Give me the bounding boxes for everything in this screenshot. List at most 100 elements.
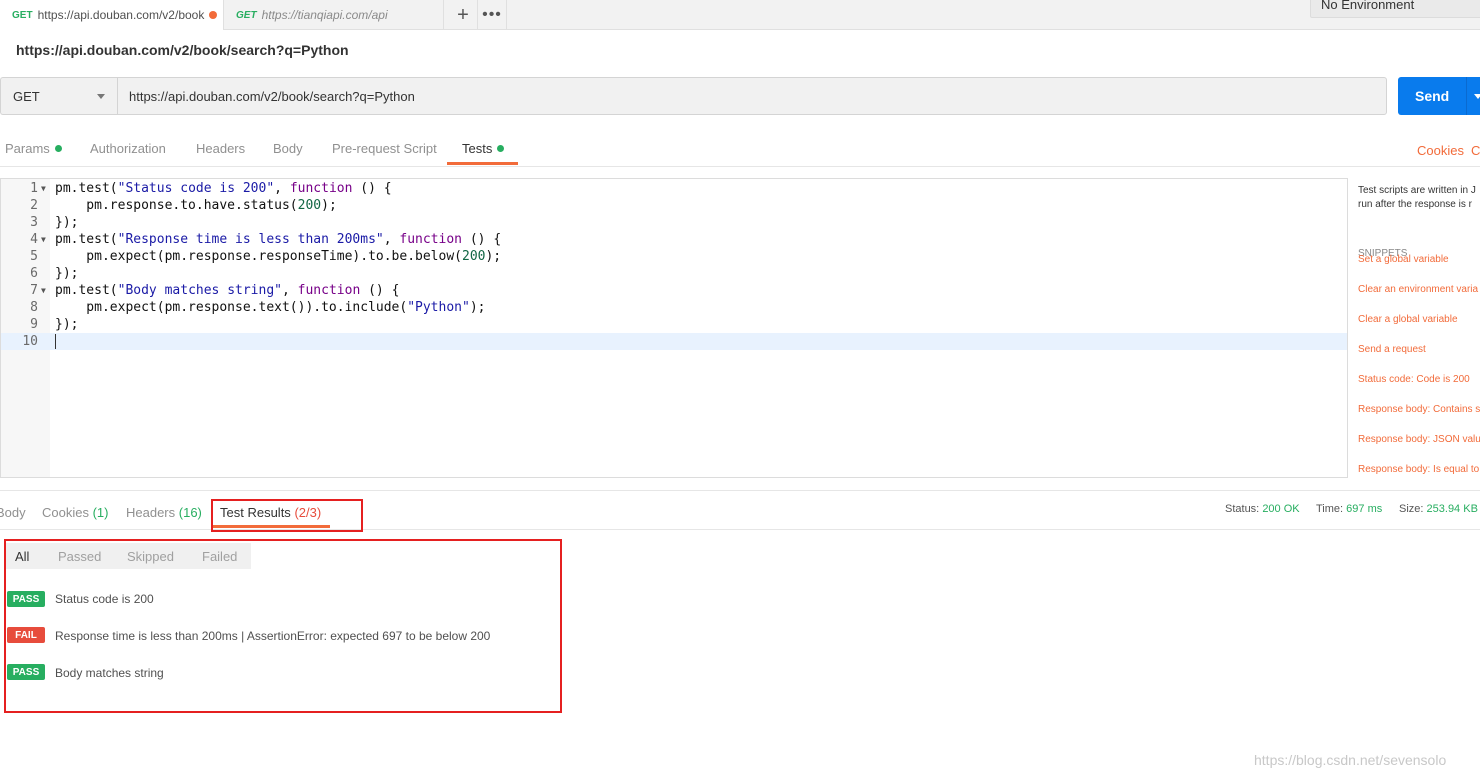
response-tab-body[interactable]: Body: [0, 505, 26, 520]
line-number: 5: [30, 249, 38, 264]
code-text: pm.test("Response time is less than 200m…: [55, 232, 502, 247]
status-dot-icon: [54, 145, 62, 152]
method-value: GET: [13, 88, 40, 104]
url-input[interactable]: https://api.douban.com/v2/book/search?q=…: [117, 77, 1387, 115]
code-line: 3 });: [1, 214, 1347, 231]
code-text: pm.expect(pm.response.responseTime).to.b…: [55, 249, 502, 264]
code-text: pm.test("Status code is 200", function (…: [55, 181, 392, 196]
test-result-text: Body matches string: [55, 666, 164, 680]
tab-body[interactable]: Body: [273, 141, 303, 156]
snippet-link[interactable]: Response body: Contains s: [1358, 404, 1480, 415]
code-text: });: [55, 317, 79, 332]
tab-label: Cookies: [42, 505, 89, 520]
new-tab-plus-icon[interactable]: +: [449, 0, 477, 30]
line-number: 1: [30, 181, 38, 196]
tab-method: GET: [12, 9, 33, 21]
request-subtabs: Params Authorization Headers Body Pre-re…: [0, 127, 1480, 167]
snippet-link[interactable]: Set a global variable: [1358, 254, 1449, 265]
code-line: 9 });: [1, 316, 1347, 333]
fold-arrow-icon[interactable]: ▼: [41, 231, 46, 248]
code-line: 6 });: [1, 265, 1347, 282]
tab-label: Body: [273, 141, 303, 156]
description-line: run after the response is r: [1358, 199, 1472, 210]
snippets-description: Test scripts are written in J run after …: [1358, 184, 1480, 212]
code-text: pm.test("Body matches string", function …: [55, 283, 400, 298]
response-tab-cookies[interactable]: Cookies (1): [42, 505, 108, 520]
send-button[interactable]: Send: [1398, 77, 1480, 115]
environment-select[interactable]: No Environment: [1310, 0, 1480, 18]
snippet-link[interactable]: Clear an environment varia: [1358, 284, 1478, 295]
tab-label: Headers: [196, 141, 246, 156]
code-line: 1 ▼ pm.test("Status code is 200", functi…: [1, 180, 1347, 197]
url-value: https://api.douban.com/v2/book/search?q=…: [129, 88, 415, 104]
tab-headers[interactable]: Headers: [196, 141, 245, 156]
send-label: Send: [1415, 88, 1450, 104]
tab-label: Pre-request Script: [332, 141, 437, 156]
unsaved-dot-icon: [209, 11, 218, 19]
line-number: 8: [30, 300, 38, 315]
fold-arrow-icon[interactable]: ▼: [41, 282, 46, 299]
test-result-text: Response time is less than 200ms | Asser…: [55, 629, 491, 643]
size-value: 253.94 KB: [1426, 503, 1478, 515]
line-number: 2: [30, 198, 38, 213]
status-label: Status:: [1225, 503, 1260, 515]
tab-label: Params: [5, 141, 50, 156]
status-dot-icon: [497, 145, 505, 152]
line-number: 4: [30, 232, 38, 247]
time-value: 697 ms: [1346, 503, 1383, 515]
text-cursor: [55, 334, 56, 349]
send-split-divider: [1466, 77, 1467, 115]
code-text: pm.response.to.have.status(200);: [55, 198, 337, 213]
result-filter-bar: All Passed Skipped Failed: [6, 543, 251, 569]
tab-pre-request-script[interactable]: Pre-request Script: [332, 141, 437, 156]
tab-count: (1): [92, 505, 109, 520]
filter-failed[interactable]: Failed: [202, 549, 237, 564]
request-tab-tianqi[interactable]: GET https://tianqiapi.com/api: [224, 0, 444, 30]
send-dropdown-chevron-icon[interactable]: [1474, 94, 1480, 99]
chevron-down-icon: [97, 94, 105, 99]
filter-all[interactable]: All: [15, 549, 29, 564]
line-number: 6: [30, 266, 38, 281]
method-select[interactable]: GET: [0, 77, 117, 115]
code-line: 7 ▼ pm.test("Body matches string", funct…: [1, 282, 1347, 299]
tab-label: Headers: [126, 505, 176, 520]
line-number: 10: [22, 334, 38, 349]
filter-skipped[interactable]: Skipped: [127, 549, 174, 564]
tab-tests[interactable]: Tests: [462, 141, 505, 156]
snippet-link[interactable]: Clear a global variable: [1358, 314, 1458, 325]
tab-params[interactable]: Params: [5, 141, 62, 156]
code-link[interactable]: Co: [1471, 143, 1480, 158]
pass-badge: PASS: [7, 591, 45, 607]
cookies-link[interactable]: Cookies: [1417, 143, 1464, 158]
status-readout: Status: 200 OK: [1225, 503, 1300, 515]
code-line: 4 ▼ pm.test("Response time is less than …: [1, 231, 1347, 248]
fail-badge: FAIL: [7, 627, 45, 643]
active-tab-underline: [447, 162, 518, 165]
size-label: Size:: [1399, 503, 1424, 515]
snippet-link[interactable]: Send a request: [1358, 344, 1426, 355]
response-tab-headers[interactable]: Headers (16): [126, 505, 202, 520]
tab-count: (16): [178, 505, 202, 520]
tab-label: Tests: [462, 141, 493, 156]
request-tab-strip: GET https://api.douban.com/v2/book GET h…: [0, 0, 1480, 30]
tab-authorization[interactable]: Authorization: [90, 141, 166, 156]
code-line-current: 10: [1, 333, 1347, 350]
line-number: 3: [30, 215, 38, 230]
request-tab-douban[interactable]: GET https://api.douban.com/v2/book: [0, 0, 224, 30]
code-line: 8 pm.expect(pm.response.text()).to.inclu…: [1, 299, 1347, 316]
code-line: 2 pm.response.to.have.status(200);: [1, 197, 1347, 214]
status-value: 200 OK: [1262, 503, 1300, 515]
test-result-text: Status code is 200: [55, 592, 154, 606]
snippet-link[interactable]: Status code: Code is 200: [1358, 374, 1470, 385]
line-number: 7: [30, 283, 38, 298]
tab-method: GET: [236, 9, 257, 21]
tab-label: Body: [0, 505, 26, 520]
more-tabs-icon[interactable]: •••: [477, 0, 507, 30]
code-line: 5 pm.expect(pm.response.responseTime).to…: [1, 248, 1347, 265]
snippet-link[interactable]: Response body: JSON valu: [1358, 434, 1480, 445]
snippet-link[interactable]: Response body: Is equal to: [1358, 464, 1479, 475]
watermark: https://blog.csdn.net/sevensolo: [1254, 752, 1447, 768]
test-script-editor[interactable]: 1 ▼ pm.test("Status code is 200", functi…: [0, 178, 1348, 478]
filter-passed[interactable]: Passed: [58, 549, 101, 564]
fold-arrow-icon[interactable]: ▼: [41, 180, 46, 197]
